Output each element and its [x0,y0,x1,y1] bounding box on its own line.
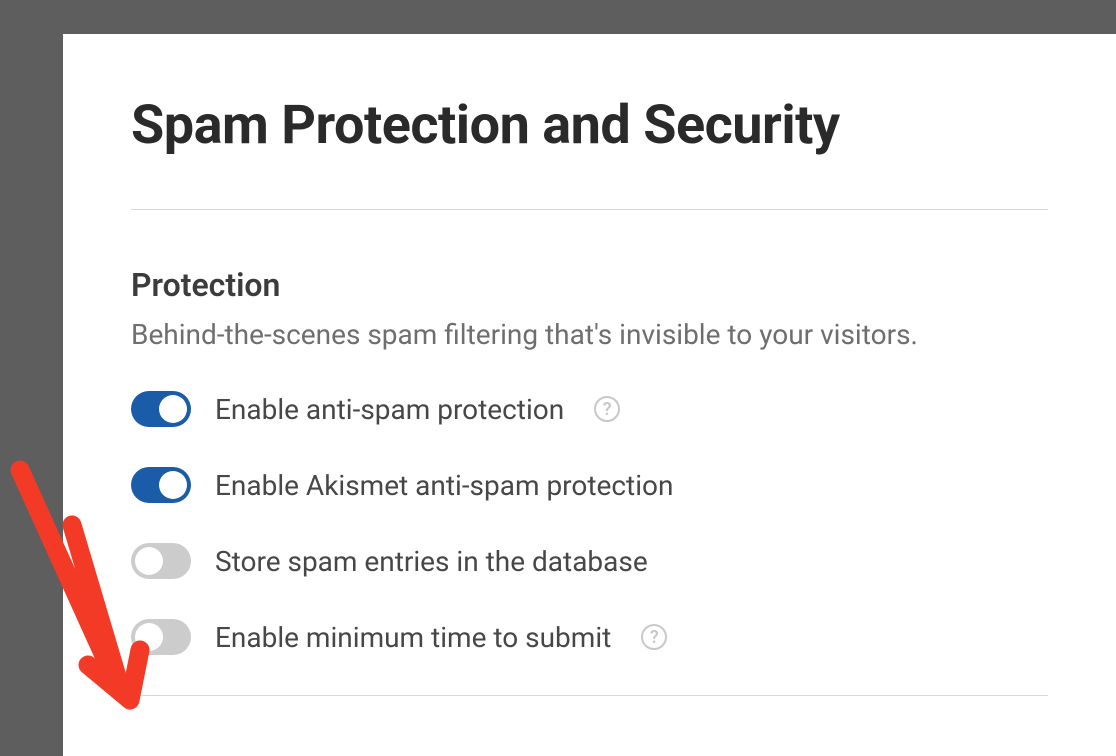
toggle-antispam[interactable] [131,391,191,427]
toggle-row-akismet: Enable Akismet anti-spam protection [131,467,1048,503]
toggle-knob [135,547,163,575]
section-description: Behind-the-scenes spam filtering that's … [131,318,1048,351]
section-title: Protection [131,266,1048,304]
toggle-label-min-time: Enable minimum time to submit [215,621,611,654]
toggle-row-antispam: Enable anti-spam protection ? [131,391,1048,427]
page-title: Spam Protection and Security [131,94,1048,157]
toggle-label-antispam: Enable anti-spam protection [215,393,564,426]
toggle-knob [135,623,163,651]
help-icon[interactable]: ? [641,624,667,650]
toggle-row-min-time: Enable minimum time to submit ? [131,619,1048,655]
toggle-akismet[interactable] [131,467,191,503]
toggle-knob [159,395,187,423]
settings-panel: Spam Protection and Security Protection … [63,34,1116,756]
toggle-knob [159,471,187,499]
toggle-min-time[interactable] [131,619,191,655]
toggle-label-store-spam: Store spam entries in the database [215,545,648,578]
help-icon[interactable]: ? [594,396,620,422]
toggle-store-spam[interactable] [131,543,191,579]
divider [131,695,1048,696]
toggle-row-store-spam: Store spam entries in the database [131,543,1048,579]
divider [131,209,1048,210]
toggle-label-akismet: Enable Akismet anti-spam protection [215,469,673,502]
